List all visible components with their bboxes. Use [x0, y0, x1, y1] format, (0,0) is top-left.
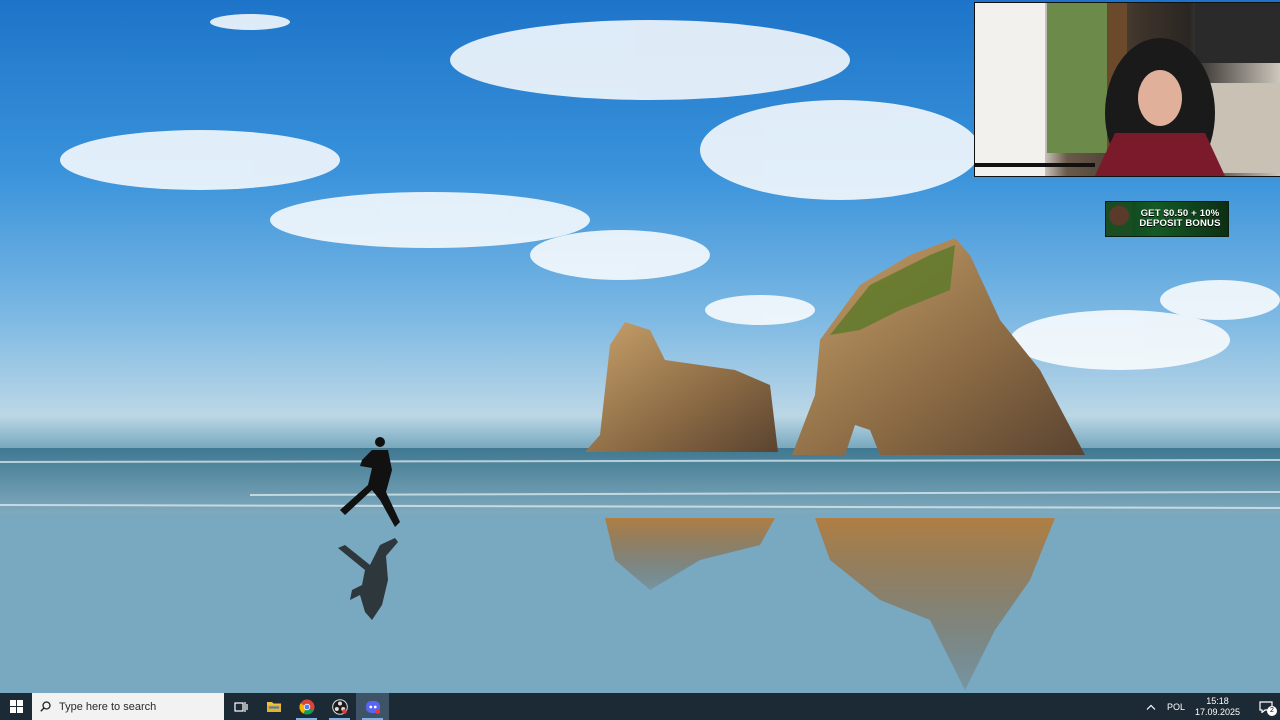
- promo-banner[interactable]: GET $0.50 + 10% DEPOSIT BONUS: [1105, 201, 1229, 237]
- promo-line-2: DEPOSIT BONUS: [1139, 218, 1221, 229]
- notification-count-badge: 2: [1267, 706, 1277, 716]
- sea: [0, 448, 1280, 513]
- show-hidden-icons-button[interactable]: [1141, 693, 1161, 720]
- discord-icon: [365, 700, 380, 714]
- obs-button[interactable]: [323, 693, 356, 720]
- system-tray: POL 15:18 17.09.2025 2: [1141, 693, 1280, 720]
- input-language-indicator[interactable]: POL: [1167, 702, 1185, 712]
- webcam-overlay: [974, 2, 1280, 177]
- folder-icon: [266, 702, 281, 712]
- action-center-button[interactable]: 2: [1252, 693, 1280, 720]
- file-explorer-button[interactable]: [257, 693, 290, 720]
- chrome-button[interactable]: [290, 693, 323, 720]
- task-view-button[interactable]: [224, 693, 257, 720]
- mascot-icon: [1106, 202, 1132, 236]
- clock-time: 15:18: [1206, 695, 1229, 706]
- obs-icon: [331, 698, 348, 715]
- clock[interactable]: 15:18 17.09.2025: [1195, 696, 1240, 718]
- clock-date: 17.09.2025: [1194, 706, 1240, 717]
- chrome-icon: [298, 699, 314, 714]
- taskbar-search-box[interactable]: Type here to search: [32, 693, 224, 720]
- chevron-up-icon: [1146, 704, 1156, 710]
- rock-small: [585, 322, 778, 452]
- start-button[interactable]: [0, 693, 32, 720]
- search-placeholder: Type here to search: [59, 700, 157, 713]
- taskbar: Type here to search POL 15:18 17.09.2025…: [0, 693, 1280, 720]
- windows-icon: [9, 700, 23, 713]
- discord-button[interactable]: [356, 693, 389, 720]
- search-icon: [40, 701, 51, 712]
- task-view-icon: [233, 701, 248, 712]
